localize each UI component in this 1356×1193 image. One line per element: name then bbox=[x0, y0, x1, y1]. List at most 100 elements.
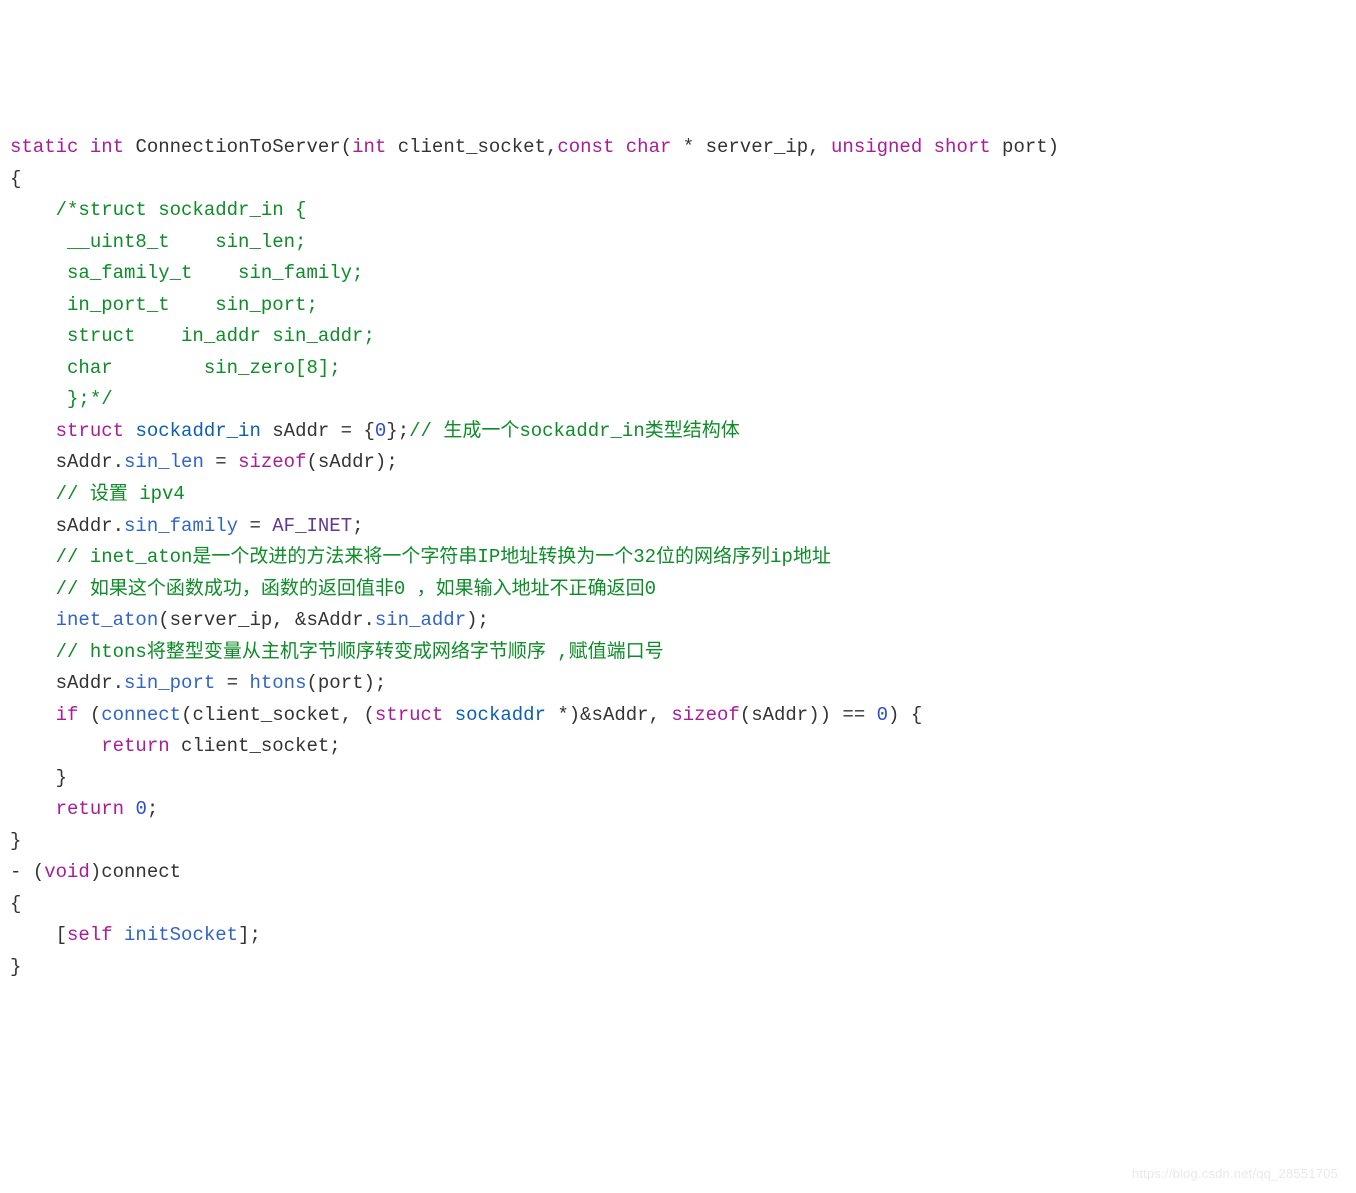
token-plain bbox=[10, 420, 56, 442]
token-plain: = bbox=[204, 451, 238, 473]
token-plain: { bbox=[10, 168, 21, 190]
token-plain bbox=[443, 704, 454, 726]
token-kw: const bbox=[557, 136, 614, 158]
code-line: // 如果这个函数成功，函数的返回值非0 ，如果输入地址不正确返回0 bbox=[10, 574, 1346, 606]
token-plain bbox=[10, 798, 56, 820]
code-block: static int ConnectionToServer(int client… bbox=[10, 132, 1346, 983]
token-plain: sAddr. bbox=[10, 672, 124, 694]
token-func: initSocket bbox=[124, 924, 238, 946]
token-plain bbox=[10, 735, 101, 757]
token-prop: sin_addr bbox=[375, 609, 466, 631]
code-line: // htons将整型变量从主机字节顺序转变成网络字节顺序 ,赋值端口号 bbox=[10, 637, 1346, 669]
token-kw: int bbox=[352, 136, 386, 158]
code-line: { bbox=[10, 889, 1346, 921]
token-kw: self bbox=[67, 924, 113, 946]
token-comment: in_port_t sin_port; bbox=[67, 294, 318, 316]
token-comment: /*struct sockaddr_in { bbox=[56, 199, 307, 221]
token-plain bbox=[10, 199, 56, 221]
token-plain: (port); bbox=[306, 672, 386, 694]
token-plain bbox=[10, 357, 67, 379]
token-type: sockaddr_in bbox=[135, 420, 260, 442]
token-plain: port) bbox=[991, 136, 1059, 158]
token-plain bbox=[124, 798, 135, 820]
token-plain bbox=[10, 325, 67, 347]
token-kw: static bbox=[10, 136, 78, 158]
code-line: struct sockaddr_in sAddr = {0};// 生成一个so… bbox=[10, 416, 1346, 448]
token-prop: sin_len bbox=[124, 451, 204, 473]
token-comment: // htons将整型变量从主机字节顺序转变成网络字节顺序 ,赋值端口号 bbox=[56, 641, 664, 663]
token-num: 0 bbox=[375, 420, 386, 442]
code-line: return client_socket; bbox=[10, 731, 1346, 763]
token-kw: unsigned bbox=[831, 136, 922, 158]
token-plain bbox=[124, 420, 135, 442]
token-comment: };*/ bbox=[67, 388, 113, 410]
code-line: };*/ bbox=[10, 384, 1346, 416]
token-kw: struct bbox=[375, 704, 443, 726]
token-plain: } bbox=[10, 830, 21, 852]
code-line: struct in_addr sin_addr; bbox=[10, 321, 1346, 353]
token-macro: AF_INET bbox=[272, 515, 352, 537]
token-plain: client_socket; bbox=[170, 735, 341, 757]
token-plain bbox=[10, 231, 67, 253]
token-num: 0 bbox=[877, 704, 888, 726]
token-comment: struct in_addr sin_addr; bbox=[67, 325, 375, 347]
code-line: sAddr.sin_family = AF_INET; bbox=[10, 511, 1346, 543]
code-line: in_port_t sin_port; bbox=[10, 290, 1346, 322]
token-kw: return bbox=[101, 735, 169, 757]
token-plain: = bbox=[238, 515, 272, 537]
token-plain: sAddr. bbox=[10, 451, 124, 473]
code-line: // 设置 ipv4 bbox=[10, 479, 1346, 511]
token-kw: char bbox=[626, 136, 672, 158]
token-plain bbox=[10, 578, 56, 600]
token-plain: - ( bbox=[10, 861, 44, 883]
token-plain: ConnectionToServer( bbox=[124, 136, 352, 158]
token-plain bbox=[10, 388, 67, 410]
token-num: 0 bbox=[135, 798, 146, 820]
token-plain: }; bbox=[386, 420, 409, 442]
token-plain bbox=[10, 609, 56, 631]
token-plain: } bbox=[10, 956, 21, 978]
token-plain: ]; bbox=[238, 924, 261, 946]
token-plain: (sAddr)) == bbox=[740, 704, 877, 726]
token-prop: sin_port bbox=[124, 672, 215, 694]
token-func: htons bbox=[249, 672, 306, 694]
token-plain: *)&sAddr, bbox=[546, 704, 671, 726]
token-comment: // 如果这个函数成功，函数的返回值非0 ，如果输入地址不正确返回0 bbox=[56, 578, 656, 600]
token-kw: sizeof bbox=[671, 704, 739, 726]
token-plain: (server_ip, &sAddr. bbox=[158, 609, 375, 631]
token-plain: sAddr. bbox=[10, 515, 124, 537]
code-line: sAddr.sin_port = htons(port); bbox=[10, 668, 1346, 700]
code-line: } bbox=[10, 952, 1346, 984]
token-plain: ; bbox=[352, 515, 363, 537]
token-plain bbox=[10, 704, 56, 726]
code-line: { bbox=[10, 164, 1346, 196]
token-plain: ; bbox=[147, 798, 158, 820]
token-plain bbox=[10, 262, 67, 284]
token-plain: sAddr = { bbox=[261, 420, 375, 442]
token-kw: int bbox=[90, 136, 124, 158]
code-line: [self initSocket]; bbox=[10, 920, 1346, 952]
token-comment: // inet_aton是一个改进的方法来将一个字符串IP地址转换为一个32位的… bbox=[56, 546, 831, 568]
code-line: } bbox=[10, 826, 1346, 858]
token-kw: short bbox=[934, 136, 991, 158]
token-plain: (client_socket, ( bbox=[181, 704, 375, 726]
token-comment: // 设置 ipv4 bbox=[56, 483, 185, 505]
token-kw: void bbox=[44, 861, 90, 883]
token-plain: } bbox=[10, 767, 67, 789]
token-plain bbox=[78, 136, 89, 158]
token-kw: struct bbox=[56, 420, 124, 442]
token-plain: client_socket, bbox=[386, 136, 557, 158]
code-line: /*struct sockaddr_in { bbox=[10, 195, 1346, 227]
token-plain bbox=[10, 483, 56, 505]
token-plain: ) { bbox=[888, 704, 922, 726]
code-line: sa_family_t sin_family; bbox=[10, 258, 1346, 290]
code-line: __uint8_t sin_len; bbox=[10, 227, 1346, 259]
token-func: inet_aton bbox=[56, 609, 159, 631]
token-plain: ( bbox=[78, 704, 101, 726]
token-plain: )connect bbox=[90, 861, 181, 883]
token-comment: char sin_zero[8]; bbox=[67, 357, 341, 379]
code-line: // inet_aton是一个改进的方法来将一个字符串IP地址转换为一个32位的… bbox=[10, 542, 1346, 574]
code-line: sAddr.sin_len = sizeof(sAddr); bbox=[10, 447, 1346, 479]
token-plain bbox=[10, 641, 56, 663]
token-comment: // 生成一个sockaddr_in类型结构体 bbox=[409, 420, 740, 442]
